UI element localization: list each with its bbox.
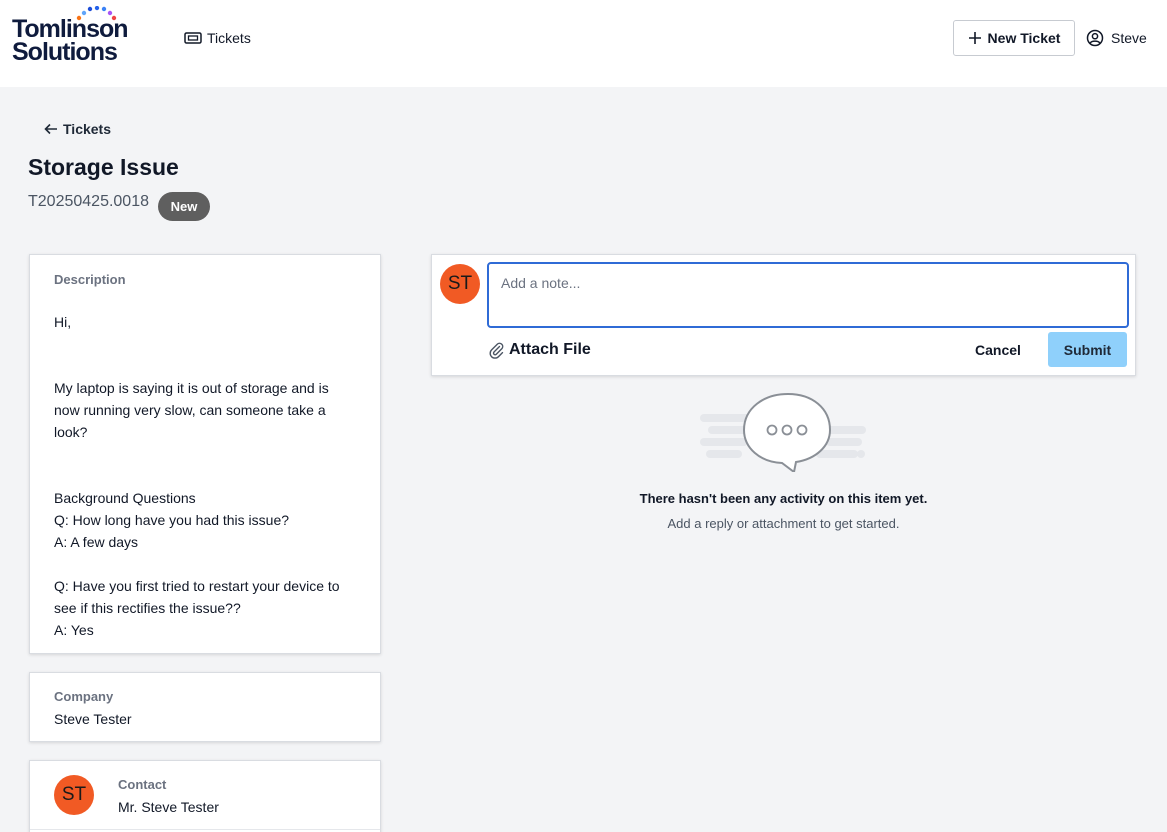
description-message: My laptop is saying it is out of storage… bbox=[54, 380, 329, 440]
company-logo[interactable]: Tomlinson Solutions bbox=[12, 6, 136, 66]
logo-line2: Solutions bbox=[12, 38, 118, 66]
company-card: Company Steve Tester bbox=[29, 672, 381, 742]
new-ticket-label: New Ticket bbox=[987, 30, 1061, 46]
answer-2: A: Yes bbox=[54, 622, 94, 638]
description-body: Hi, My laptop is saying it is out of sto… bbox=[54, 311, 354, 641]
empty-state-subtitle: Add a reply or attachment to get started… bbox=[667, 516, 900, 531]
company-value[interactable]: Steve Tester bbox=[54, 711, 132, 727]
description-greeting: Hi, bbox=[54, 314, 72, 330]
contact-avatar: ST bbox=[54, 775, 94, 815]
paperclip-icon bbox=[489, 342, 504, 359]
note-composer: ST Attach File Cancel Submit bbox=[431, 254, 1136, 376]
nav-tickets-label: Tickets bbox=[207, 30, 251, 46]
ticket-icon bbox=[184, 32, 202, 44]
ticket-number: T20250425.0018 bbox=[28, 193, 149, 210]
app-header: Tomlinson Solutions Tickets New Ticket S… bbox=[0, 0, 1167, 87]
note-input[interactable] bbox=[487, 262, 1129, 328]
question-1: Q: How long have you had this issue? bbox=[54, 512, 290, 528]
nav-tickets-link[interactable]: Tickets bbox=[184, 28, 251, 48]
background-questions-heading: Background Questions bbox=[54, 490, 196, 506]
contact-divider bbox=[30, 829, 380, 830]
description-card: Description Hi, My laptop is saying it i… bbox=[29, 254, 381, 654]
status-badge: New bbox=[158, 192, 210, 221]
company-label: Company bbox=[54, 689, 114, 704]
question-2: Q: Have you first tried to restart your … bbox=[54, 578, 340, 616]
chat-bubble-icon bbox=[700, 392, 866, 472]
arrow-left-icon bbox=[44, 123, 57, 135]
cancel-button[interactable]: Cancel bbox=[968, 335, 1028, 365]
contact-name[interactable]: Mr. Steve Tester bbox=[118, 799, 219, 815]
page-title: Storage Issue bbox=[28, 154, 179, 180]
user-circle-icon bbox=[1086, 29, 1104, 47]
user-name: Steve bbox=[1111, 30, 1147, 46]
back-to-tickets-link[interactable]: Tickets bbox=[44, 119, 111, 139]
plus-icon bbox=[968, 32, 981, 44]
description-label: Description bbox=[54, 272, 126, 287]
logo-text: Tomlinson Solutions bbox=[12, 17, 129, 66]
attach-file-button[interactable]: Attach File bbox=[488, 340, 591, 360]
empty-state-title: There hasn't been any activity on this i… bbox=[639, 491, 928, 506]
answer-1: A: A few days bbox=[54, 534, 139, 550]
attach-file-label: Attach File bbox=[509, 341, 591, 358]
contact-card: ST Contact Mr. Steve Tester bbox=[29, 760, 381, 832]
contact-label: Contact bbox=[118, 777, 167, 792]
composer-avatar: ST bbox=[440, 264, 480, 304]
back-label: Tickets bbox=[63, 121, 111, 137]
submit-button[interactable]: Submit bbox=[1048, 332, 1127, 367]
user-menu[interactable]: Steve bbox=[1086, 28, 1147, 48]
new-ticket-button[interactable]: New Ticket bbox=[953, 20, 1075, 56]
